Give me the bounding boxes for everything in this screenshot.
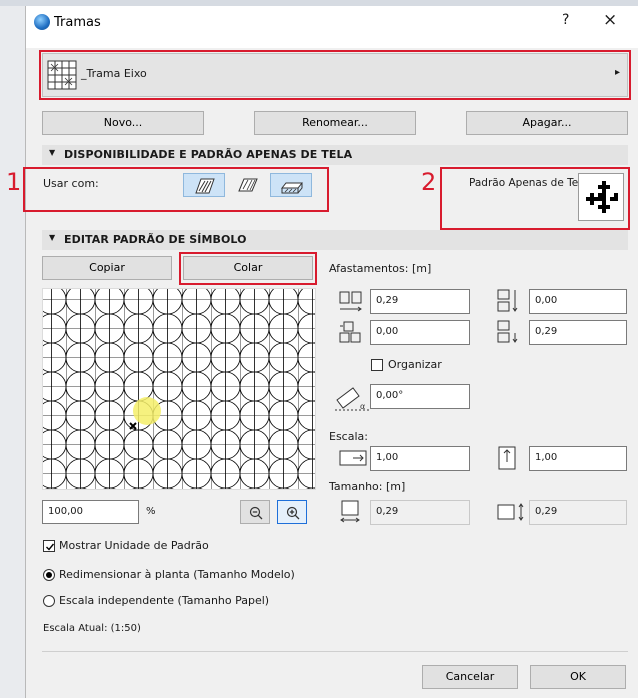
height-size-icon xyxy=(497,503,524,521)
pattern-name: _Trama Eixo xyxy=(81,67,147,80)
horizontal-offset-icon xyxy=(339,291,362,312)
horizontal-scale-icon xyxy=(339,450,367,466)
scale-y-input[interactable]: 1,00 xyxy=(529,446,627,471)
screen-pattern-swatch[interactable] xyxy=(578,173,624,221)
column-offset-icon xyxy=(497,320,518,343)
scale-label: Escala: xyxy=(329,430,368,443)
app-icon xyxy=(34,14,50,30)
size-label: Tamanho: [m] xyxy=(329,480,406,493)
angle-input[interactable]: 0,00° xyxy=(370,384,470,409)
pattern-preview xyxy=(43,289,315,489)
zoom-out-icon xyxy=(249,506,263,520)
checkmark-icon xyxy=(46,543,55,551)
rename-button[interactable]: Renomear... xyxy=(254,111,416,135)
resize-label: Redimensionar à planta (Tamanho Modelo) xyxy=(59,568,295,581)
organize-checkbox[interactable] xyxy=(371,359,383,371)
hatch-plan-icon xyxy=(195,178,215,194)
vertical-offset-icon xyxy=(497,289,518,312)
edit-section-header[interactable]: ▼ EDITAR PADRÃO DE SÍMBOLO xyxy=(42,230,628,250)
offset-y1-input[interactable]: 0,00 xyxy=(529,289,627,314)
collapse-arrow-icon: ▼ xyxy=(49,148,56,157)
pattern-selector[interactable]: _Trama Eixo ▸ xyxy=(42,53,628,97)
annotation-1: 1 xyxy=(6,168,22,196)
offsets-label: Afastamentos: [m] xyxy=(329,262,432,275)
radio-dot xyxy=(46,572,52,578)
offset-y2-input[interactable]: 0,29 xyxy=(529,320,627,345)
paste-button[interactable]: Colar xyxy=(183,256,313,280)
width-size-icon xyxy=(340,500,360,523)
show-unit-checkbox[interactable] xyxy=(43,540,55,552)
resize-radio[interactable] xyxy=(43,569,55,581)
edit-title: EDITAR PADRÃO DE SÍMBOLO xyxy=(64,233,247,246)
size-height-input: 0,29 xyxy=(529,500,627,525)
hatch-section-icon xyxy=(238,178,258,192)
rotation-angle-icon: α xyxy=(335,387,369,411)
grid-pattern-icon xyxy=(47,60,77,90)
svg-text:α: α xyxy=(360,402,365,411)
chevron-right-icon: ▸ xyxy=(615,67,621,78)
hatch-surface-icon xyxy=(281,182,303,194)
annotation-2: 2 xyxy=(421,168,437,196)
title-bar xyxy=(26,6,638,48)
current-scale: Escala Atual: (1:50) xyxy=(43,623,141,634)
ok-button[interactable]: OK xyxy=(530,665,626,689)
help-button[interactable]: ? xyxy=(562,12,569,28)
use-with-label: Usar com: xyxy=(43,177,99,190)
floor-plan-toggle[interactable] xyxy=(183,173,225,197)
background-left-edge xyxy=(0,6,25,698)
vertical-scale-icon xyxy=(498,446,516,470)
zoom-input[interactable]: 100,00 xyxy=(42,500,139,524)
zoom-out-button[interactable] xyxy=(240,500,270,524)
offset-x1-input[interactable]: 0,29 xyxy=(370,289,470,314)
show-unit-label: Mostrar Unidade de Padrão xyxy=(59,539,209,552)
delete-button[interactable]: Apagar... xyxy=(466,111,628,135)
dot-pattern-icon xyxy=(586,181,618,213)
zoom-in-icon xyxy=(286,506,300,520)
zoom-unit: % xyxy=(146,506,156,517)
size-width-input: 0,29 xyxy=(370,500,470,525)
screen-only-label: Padrão Apenas de Tela: xyxy=(469,177,592,189)
close-button[interactable]: × xyxy=(603,10,617,30)
independent-label: Escala independente (Tamanho Papel) xyxy=(59,594,270,607)
surface-toggle[interactable] xyxy=(270,173,312,197)
availability-title: DISPONIBILIDADE E PADRÃO APENAS DE TELA xyxy=(64,148,353,161)
cancel-button[interactable]: Cancelar xyxy=(422,665,518,689)
pattern-edit-canvas[interactable] xyxy=(42,288,316,490)
new-button[interactable]: Novo... xyxy=(42,111,204,135)
availability-section-header[interactable]: ▼ DISPONIBILIDADE E PADRÃO APENAS DE TEL… xyxy=(42,145,628,165)
footer-divider xyxy=(42,651,628,652)
zoom-in-button[interactable] xyxy=(277,500,307,524)
window-title: Tramas xyxy=(54,15,101,30)
scale-x-input[interactable]: 1,00 xyxy=(370,446,470,471)
section-toggle[interactable] xyxy=(229,173,267,197)
collapse-arrow-icon: ▼ xyxy=(49,233,56,242)
row-offset-icon xyxy=(339,321,361,343)
organize-label: Organizar xyxy=(388,358,442,371)
offset-x2-input[interactable]: 0,00 xyxy=(370,320,470,345)
copy-button[interactable]: Copiar xyxy=(42,256,172,280)
independent-radio[interactable] xyxy=(43,595,55,607)
